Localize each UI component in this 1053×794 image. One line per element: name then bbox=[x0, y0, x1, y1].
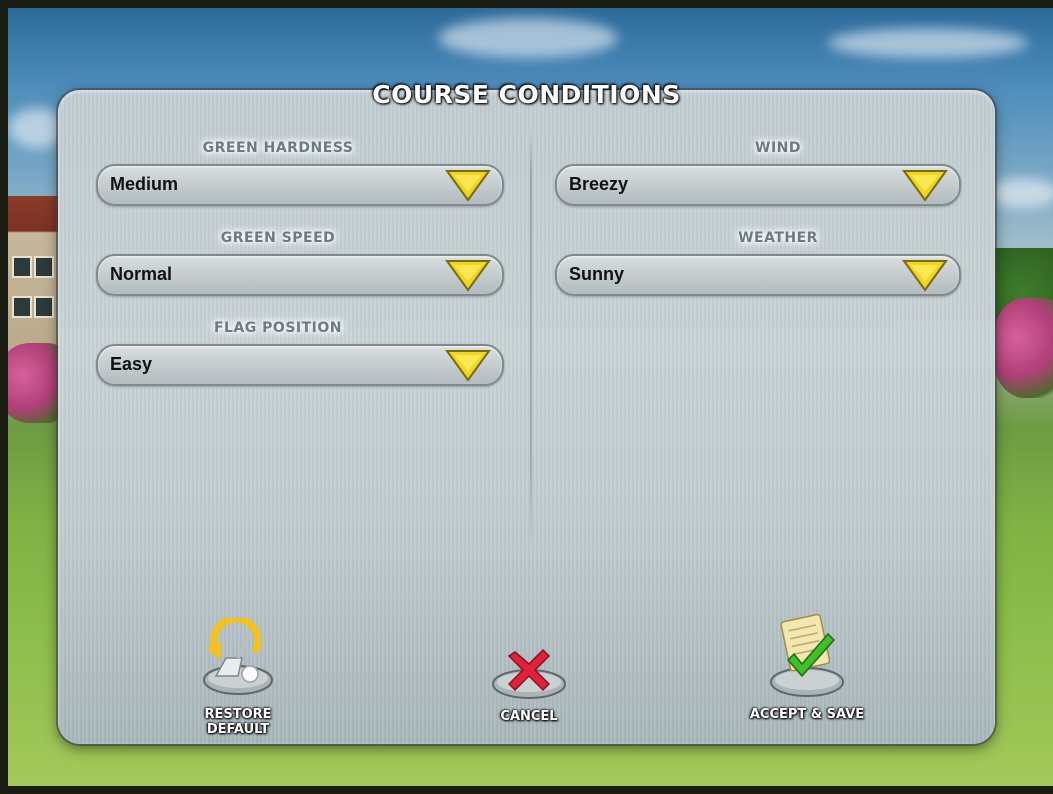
wind-dropdown[interactable]: Breezy bbox=[555, 164, 961, 206]
flower-bush bbox=[993, 298, 1053, 398]
green-speed-dropdown[interactable]: Normal bbox=[96, 254, 504, 296]
flag-position-label: FLAG POSITION bbox=[213, 320, 342, 336]
dropdown-arrow-icon bbox=[445, 260, 491, 292]
weather-value: Sunny bbox=[569, 264, 625, 284]
course-conditions-panel: COURSE CONDITIONS GREEN HARDNESS Medium … bbox=[58, 80, 995, 744]
screen-title: COURSE CONDITIONS bbox=[372, 80, 681, 109]
cloud bbox=[988, 178, 1053, 208]
game-screen: COURSE CONDITIONS GREEN HARDNESS Medium … bbox=[8, 8, 1053, 786]
accept-save-button[interactable]: ACCEPT & SAVE bbox=[742, 610, 872, 722]
restore-default-label: RESTORE DEFAULT bbox=[204, 707, 272, 737]
cloud bbox=[828, 28, 1028, 58]
green-speed-label: GREEN SPEED bbox=[220, 230, 336, 246]
red-x-icon bbox=[492, 648, 566, 699]
restore-default-button[interactable]: RESTORE DEFAULT bbox=[183, 615, 293, 737]
wind-label: WIND bbox=[755, 140, 801, 156]
green-speed-value: Normal bbox=[110, 264, 173, 284]
weather-label: WEATHER bbox=[738, 230, 818, 246]
green-hardness-value: Medium bbox=[110, 174, 179, 194]
green-hardness-label: GREEN HARDNESS bbox=[202, 140, 354, 156]
weather-dropdown[interactable]: Sunny bbox=[555, 254, 961, 296]
dropdown-arrow-icon bbox=[445, 350, 491, 382]
dropdown-arrow-icon bbox=[445, 170, 491, 202]
dropdown-arrow-icon bbox=[902, 170, 948, 202]
check-notepad-icon bbox=[770, 613, 844, 697]
cloud bbox=[438, 18, 618, 58]
dropdown-arrow-icon bbox=[902, 260, 948, 292]
restore-club-icon bbox=[203, 615, 273, 695]
flag-position-dropdown[interactable]: Easy bbox=[96, 344, 504, 386]
column-divider bbox=[530, 130, 532, 550]
green-hardness-dropdown[interactable]: Medium bbox=[96, 164, 504, 206]
cancel-button[interactable]: CANCEL bbox=[484, 638, 574, 724]
wind-value: Breezy bbox=[569, 174, 629, 194]
accept-save-label: ACCEPT & SAVE bbox=[749, 707, 865, 722]
flag-position-value: Easy bbox=[110, 354, 153, 374]
cancel-label: CANCEL bbox=[500, 709, 558, 724]
